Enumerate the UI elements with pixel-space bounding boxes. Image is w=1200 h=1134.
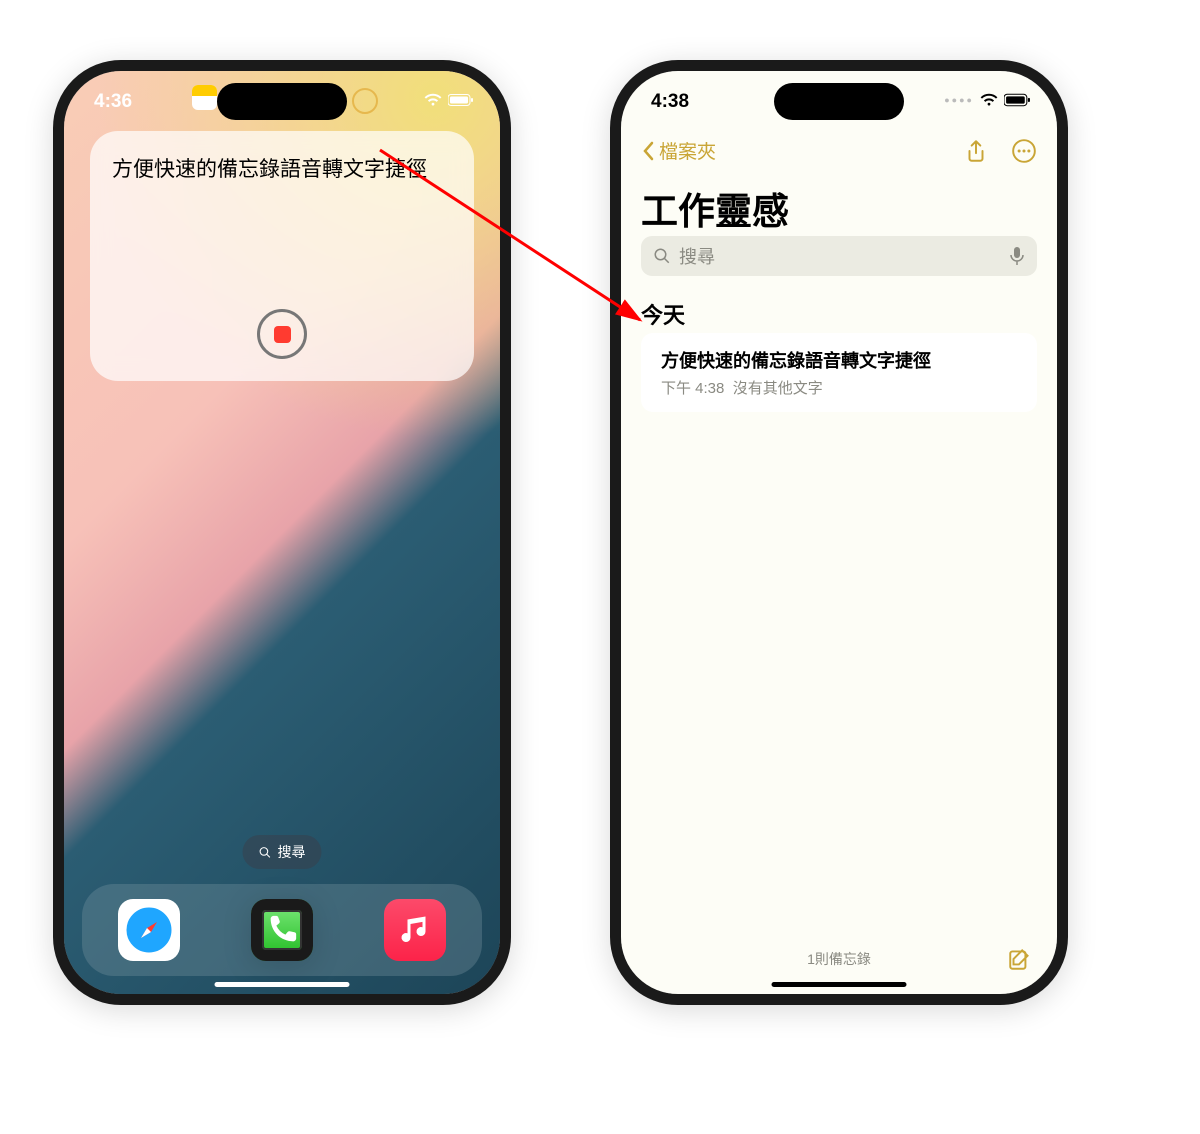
activity-ring-icon xyxy=(352,88,378,114)
notes-app-pill-icon xyxy=(192,85,217,110)
cellular-dots-icon: ●●●● xyxy=(944,95,974,105)
wifi-icon xyxy=(980,93,998,107)
status-time: 4:38 xyxy=(651,91,689,113)
more-ellipsis-icon[interactable] xyxy=(1011,138,1037,164)
search-icon xyxy=(259,846,272,859)
share-icon[interactable] xyxy=(963,138,989,164)
back-folders-button[interactable]: 檔案夾 xyxy=(641,137,716,164)
dynamic-island xyxy=(774,83,904,120)
dynamic-island xyxy=(217,83,347,120)
left-iphone-mock: 4:36 方便快速的備忘錄語音轉文字捷徑 搜尋 xyxy=(53,60,511,1005)
section-today: 今天 xyxy=(641,298,685,330)
search-icon xyxy=(653,247,671,265)
phone-app-icon[interactable] xyxy=(251,899,313,961)
search-placeholder: 搜尋 xyxy=(679,243,715,269)
stop-square-icon xyxy=(274,326,291,343)
status-icons xyxy=(424,93,474,107)
status-icons: ●●●● xyxy=(944,93,1031,107)
home-indicator[interactable] xyxy=(772,982,907,987)
spotlight-label: 搜尋 xyxy=(278,842,306,862)
back-label: 檔案夾 xyxy=(659,137,716,164)
note-list-item[interactable]: 方便快速的備忘錄語音轉文字捷徑 下午 4:38 沒有其他文字 xyxy=(641,333,1037,412)
right-iphone-mock: 4:38 ●●●● 檔案夾 工作靈感 搜尋 今天 方便快速的備忘錄語音轉文字捷徑 xyxy=(610,60,1068,1005)
dictate-mic-icon[interactable] xyxy=(1009,246,1025,266)
home-indicator[interactable] xyxy=(215,982,350,987)
notes-app-screen: 4:38 ●●●● 檔案夾 工作靈感 搜尋 今天 方便快速的備忘錄語音轉文字捷徑 xyxy=(621,71,1057,994)
voice-memo-widget[interactable]: 方便快速的備忘錄語音轉文字捷徑 xyxy=(90,131,474,381)
note-subtitle: 下午 4:38 沒有其他文字 xyxy=(661,377,1017,398)
note-title: 方便快速的備忘錄語音轉文字捷徑 xyxy=(661,347,1017,373)
widget-title: 方便快速的備忘錄語音轉文字捷徑 xyxy=(112,153,452,183)
folder-title: 工作靈感 xyxy=(641,181,789,235)
chevron-left-icon xyxy=(641,141,655,161)
compose-note-icon[interactable] xyxy=(1007,946,1033,972)
home-dock xyxy=(82,884,482,976)
left-iphone-screen: 4:36 方便快速的備忘錄語音轉文字捷徑 搜尋 xyxy=(64,71,500,994)
stop-recording-button[interactable] xyxy=(257,309,307,359)
battery-icon xyxy=(448,93,474,107)
notes-search-input[interactable]: 搜尋 xyxy=(641,236,1037,276)
music-app-icon[interactable] xyxy=(384,899,446,961)
status-time: 4:36 xyxy=(94,91,132,113)
battery-icon xyxy=(1004,93,1031,107)
notes-count: 1則備忘錄 xyxy=(807,949,871,969)
spotlight-search-button[interactable]: 搜尋 xyxy=(243,835,322,869)
safari-app-icon[interactable] xyxy=(118,899,180,961)
wifi-icon xyxy=(424,93,442,107)
